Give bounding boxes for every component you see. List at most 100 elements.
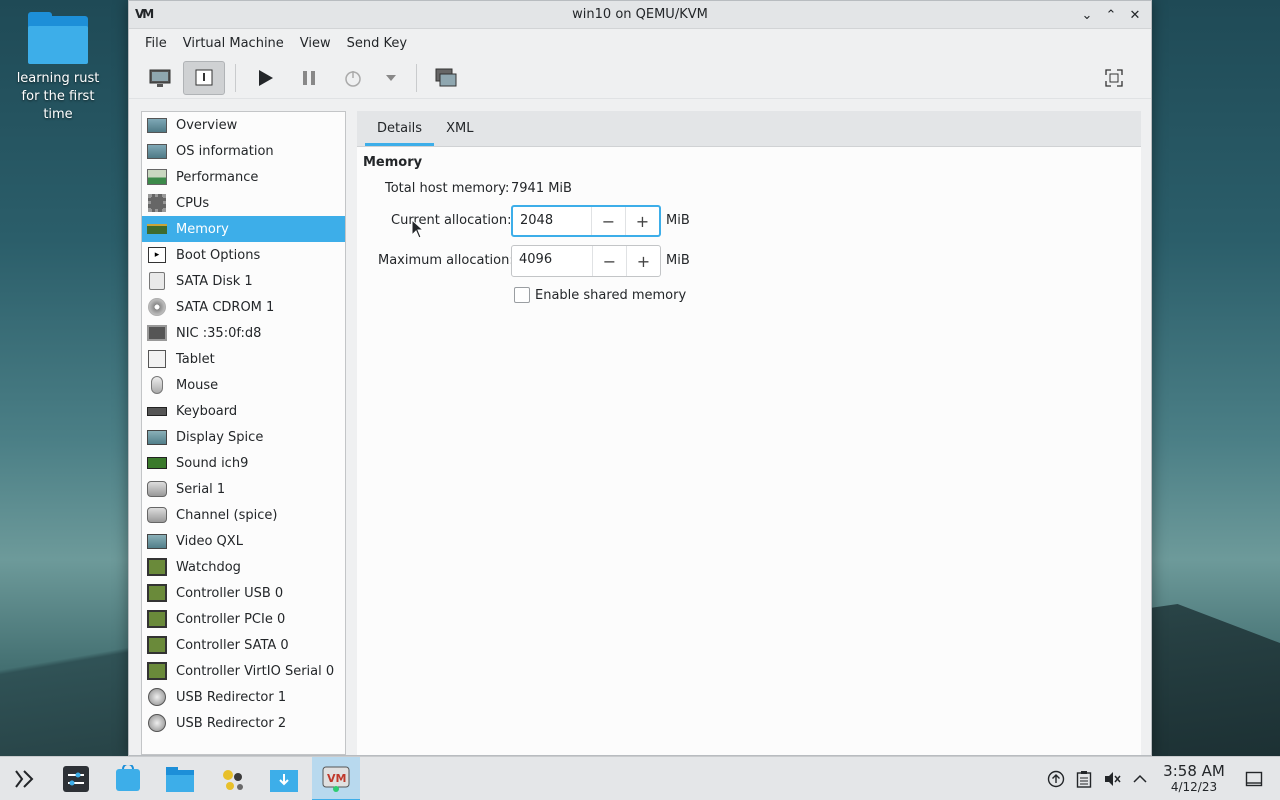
desktop-folder[interactable]: learning rust for the first time (6, 12, 110, 124)
sidebar-item-label: Keyboard (176, 403, 238, 419)
clock[interactable]: 3:58 AM 4/12/23 (1154, 763, 1234, 795)
show-console-button[interactable] (139, 61, 181, 95)
section-title: Memory (363, 155, 423, 170)
shared-memory-checkbox[interactable] (514, 287, 530, 303)
close-button[interactable]: ✕ (1125, 5, 1145, 25)
sidebar-item-memory[interactable]: Memory (142, 216, 345, 242)
maximize-button[interactable]: ⌃ (1101, 5, 1121, 25)
sidebar-item-controller-virtio-serial-0[interactable]: Controller VirtIO Serial 0 (142, 658, 345, 684)
sidebar-item-label: Video QXL (176, 533, 243, 549)
taskbar-virt-manager[interactable]: VM (312, 756, 360, 800)
tab-bar: Details XML (357, 111, 1141, 147)
sidebar-item-keyboard[interactable]: Keyboard (142, 398, 345, 424)
sidebar-item-label: Controller SATA 0 (176, 637, 289, 653)
sidebar-item-label: SATA CDROM 1 (176, 299, 275, 315)
usb-icon (146, 713, 168, 733)
clipboard-tray-button[interactable] (1070, 765, 1098, 793)
tray-expand-button[interactable] (1126, 765, 1154, 793)
chevron-up-icon (1133, 774, 1147, 783)
show-details-button[interactable] (183, 60, 225, 95)
taskbar-system-settings[interactable] (52, 757, 100, 800)
sidebar-item-channel-spice[interactable]: Channel (spice) (142, 502, 345, 528)
current-allocation-increment[interactable]: + (625, 207, 659, 235)
minimize-button[interactable]: ⌄ (1077, 5, 1097, 25)
fullscreen-icon (1105, 69, 1123, 87)
menu-send-key[interactable]: Send Key (339, 36, 415, 51)
menu-view[interactable]: View (292, 36, 339, 51)
sidebar-item-controller-pcie-0[interactable]: Controller PCIe 0 (142, 606, 345, 632)
sidebar-item-overview[interactable]: Overview (142, 112, 345, 138)
sidebar-item-mouse[interactable]: Mouse (142, 372, 345, 398)
sidebar-item-sata-cdrom-1[interactable]: SATA CDROM 1 (142, 294, 345, 320)
run-button[interactable] (244, 61, 286, 95)
sidebar-item-performance[interactable]: Performance (142, 164, 345, 190)
ctrl-icon (146, 635, 168, 655)
sidebar-item-controller-usb-0[interactable]: Controller USB 0 (142, 580, 345, 606)
toolbar-separator (235, 63, 236, 92)
title-bar[interactable]: VM win10 on QEMU/KVM ⌄ ⌃ ✕ (129, 1, 1151, 29)
usb-icon (146, 687, 168, 707)
tab-xml[interactable]: XML (434, 111, 485, 146)
disk-icon (146, 271, 168, 291)
sidebar-item-usb-redirector-2[interactable]: USB Redirector 2 (142, 710, 345, 736)
cd-icon (146, 297, 168, 317)
app-launcher-button[interactable] (0, 757, 48, 800)
taskbar-dolphin[interactable] (156, 757, 204, 800)
pause-button[interactable] (288, 61, 330, 95)
updates-tray-button[interactable] (1042, 765, 1070, 793)
hardware-list: Overview OS information Performance CPUs Mem… (141, 111, 346, 755)
sidebar-item-video-qxl[interactable]: Video QXL (142, 528, 345, 554)
vm-window: VM win10 on QEMU/KVM ⌄ ⌃ ✕ File Virtual … (128, 0, 1152, 756)
snapshots-button[interactable] (425, 61, 467, 95)
chip-icon (146, 193, 168, 213)
sidebar-item-boot-options[interactable]: ▸ Boot Options (142, 242, 345, 268)
maximum-allocation-input[interactable]: 4096 (512, 246, 592, 276)
system-tray: 3:58 AM 4/12/23 (1042, 757, 1280, 800)
sidebar-item-cpus[interactable]: CPUs (142, 190, 345, 216)
sidebar-item-label: OS information (176, 143, 274, 159)
power-icon (345, 70, 361, 87)
ctrl-icon (146, 661, 168, 681)
sidebar-item-label: Memory (176, 221, 229, 237)
sidebar-item-sata-disk-1[interactable]: SATA Disk 1 (142, 268, 345, 294)
sidebar-item-tablet[interactable]: Tablet (142, 346, 345, 372)
taskbar: VM 3:58 AM 4/12/23 (0, 756, 1280, 800)
shutdown-menu-button[interactable] (376, 61, 406, 95)
clock-date: 4/12/23 (1170, 780, 1218, 794)
maximum-allocation-decrement[interactable]: − (592, 246, 626, 276)
sidebar-item-usb-redirector-1[interactable]: USB Redirector 1 (142, 684, 345, 710)
fullscreen-button[interactable] (1093, 61, 1135, 95)
window-title: win10 on QEMU/KVM (572, 7, 708, 22)
sidebar-item-label: Mouse (176, 377, 219, 393)
sidebar-item-label: Performance (176, 169, 259, 185)
sidebar-item-label: Tablet (176, 351, 215, 367)
sidebar-item-controller-sata-0[interactable]: Controller SATA 0 (142, 632, 345, 658)
volume-muted-icon (1105, 772, 1121, 786)
mouse-icon (146, 375, 168, 395)
menu-file[interactable]: File (137, 36, 175, 51)
sidebar-item-label: Controller PCIe 0 (176, 611, 286, 627)
desktop-folder-label: learning rust for the first time (16, 71, 100, 122)
maximum-allocation-increment[interactable]: + (626, 246, 660, 276)
show-desktop-button[interactable] (1240, 765, 1268, 793)
sidebar-item-sound-ich9[interactable]: Sound ich9 (142, 450, 345, 476)
taskbar-downloads[interactable] (260, 757, 308, 800)
sidebar-item-watchdog[interactable]: Watchdog (142, 554, 345, 580)
sidebar-item-nic-35-0f-d8[interactable]: NIC :35:0f:d8 (142, 320, 345, 346)
taskbar-krita[interactable] (208, 757, 256, 800)
current-allocation-decrement[interactable]: − (591, 207, 625, 235)
sidebar-item-label: Controller VirtIO Serial 0 (176, 663, 335, 679)
play-icon (259, 69, 273, 86)
sidebar-item-os-information[interactable]: OS information (142, 138, 345, 164)
volume-tray-button[interactable] (1098, 765, 1126, 793)
sidebar-item-label: SATA Disk 1 (176, 273, 253, 289)
shutdown-button[interactable] (332, 61, 374, 95)
info-icon (195, 69, 213, 85)
sidebar-item-label: Controller USB 0 (176, 585, 284, 601)
current-allocation-input[interactable]: 2048 (513, 207, 591, 235)
tab-details[interactable]: Details (365, 111, 435, 146)
menu-virtual-machine[interactable]: Virtual Machine (175, 36, 292, 51)
sidebar-item-display-spice[interactable]: Display Spice (142, 424, 345, 450)
taskbar-discover[interactable] (104, 757, 152, 800)
sidebar-item-serial-1[interactable]: Serial 1 (142, 476, 345, 502)
